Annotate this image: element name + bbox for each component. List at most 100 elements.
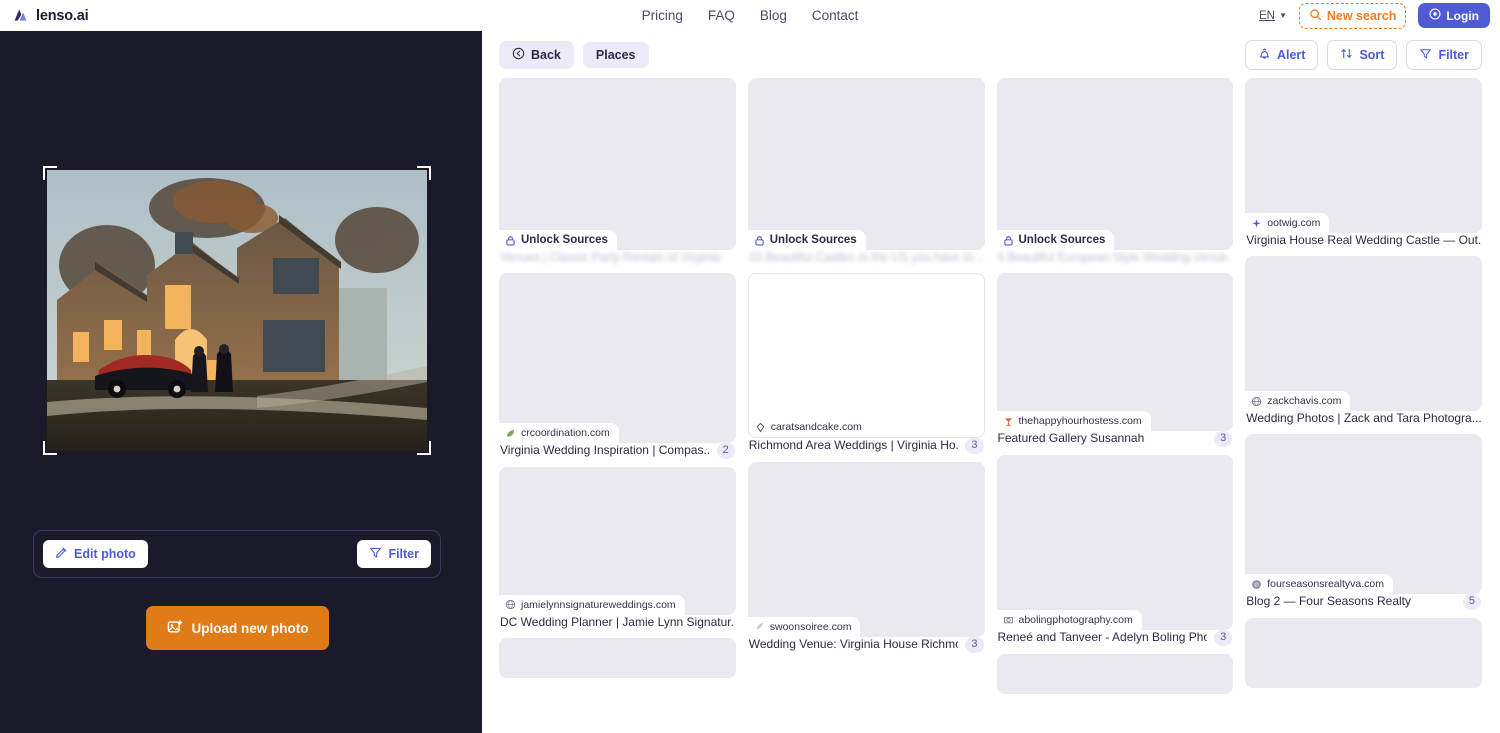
result-caption[interactable]: 33 Beautiful Castles in the US you have … (748, 250, 985, 265)
result-caption[interactable]: Reneé and Tanveer - Adelyn Boling Phot..… (997, 629, 1234, 646)
brand-name: lenso.ai (36, 7, 89, 24)
query-photo[interactable] (47, 170, 427, 451)
source-domain-badge[interactable]: caratsandcake.com (748, 417, 871, 437)
result-title: DC Wedding Planner | Jamie Lynn Signatur… (500, 614, 735, 629)
result-caption[interactable]: Wedding Venue: Virginia House Richmo... 3 (748, 636, 985, 653)
result-caption[interactable]: Wedding Photos | Zack and Tara Photogra.… (1245, 411, 1482, 426)
new-search-button[interactable]: New search (1298, 2, 1407, 29)
result-title: Wedding Photos | Zack and Tara Photogra.… (1246, 411, 1481, 425)
result-thumbnail[interactable]: zackchavis.com (1245, 256, 1482, 411)
result-card[interactable]: Unlock Sources 5 Beautiful European Style… (996, 78, 1234, 265)
result-match-count: 3 (1214, 431, 1233, 447)
new-search-label: New search (1326, 8, 1397, 23)
login-button[interactable]: Login (1418, 3, 1490, 28)
result-caption[interactable]: Venues | Classic Party Rentals of Virgin… (499, 250, 736, 265)
result-caption[interactable]: Richmond Area Weddings | Virginia Ho... 3 (748, 438, 985, 454)
filter-button[interactable]: Filter (1406, 39, 1482, 70)
crop-handle-bottom-left[interactable] (43, 441, 57, 455)
result-card[interactable]: jamielynnsignatureweddings.com DC Wedding… (499, 466, 736, 630)
result-card[interactable]: Unlock Sources 33 Beautiful Castles in th… (747, 78, 985, 265)
lock-icon (754, 235, 765, 246)
result-card[interactable]: caratsandcake.com Richmond Area Weddings … (747, 273, 985, 454)
source-domain-badge[interactable]: ootwig.com (1245, 213, 1330, 233)
query-photo-frame[interactable] (43, 166, 431, 455)
result-thumbnail[interactable]: thehappyhourhostess.com (996, 273, 1234, 431)
source-domain-badge[interactable]: zackchavis.com (1245, 391, 1351, 411)
result-card[interactable]: abolingphotography.com Reneé and Tanveer … (996, 454, 1234, 646)
upload-label: Upload new photo (191, 620, 309, 636)
alert-button[interactable]: Alert (1244, 39, 1319, 70)
source-domain-label: ootwig.com (1267, 217, 1321, 229)
sort-button[interactable]: Sort (1327, 39, 1398, 70)
nav-contact[interactable]: Contact (812, 8, 859, 23)
language-selector[interactable]: EN ▼ (1259, 10, 1287, 22)
left-filter-label: Filter (388, 547, 419, 561)
result-thumbnail[interactable]: ootwig.com (1245, 78, 1482, 233)
nav-pricing[interactable]: Pricing (642, 8, 683, 23)
source-domain-badge[interactable]: swoonsoiree.com (747, 616, 861, 637)
result-card[interactable]: ® fourseasonsrealtyva.com Blog 2 — Four Se… (1245, 434, 1482, 610)
result-card[interactable]: ootwig.com Virginia House Real Wedding Ca… (1245, 78, 1482, 248)
source-domain-badge[interactable]: ® fourseasonsrealtyva.com (1245, 574, 1393, 594)
result-thumbnail[interactable]: crcoordination.com (499, 273, 736, 443)
source-domain-badge[interactable]: jamielynnsignatureweddings.com (499, 594, 685, 615)
result-card[interactable]: swoonsoiree.com Wedding Venue: Virginia H… (747, 461, 985, 653)
result-thumbnail[interactable] (499, 637, 736, 678)
back-arrow-icon (512, 47, 525, 63)
result-card[interactable] (499, 637, 736, 678)
login-label: Login (1446, 8, 1479, 23)
result-caption[interactable]: 5 Beautiful European Style Wedding Venue… (997, 250, 1234, 265)
result-card[interactable]: zackchavis.com Wedding Photos | Zack and … (1245, 256, 1482, 426)
upload-new-photo-button[interactable]: Upload new photo (146, 606, 329, 650)
result-thumbnail[interactable] (1245, 617, 1482, 688)
source-domain-badge[interactable]: thehappyhourhostess.com (996, 411, 1151, 431)
results-column-1: Unlock Sources Venues | Classic Party Ren… (499, 78, 736, 694)
result-card[interactable] (1245, 617, 1482, 688)
source-domain-badge[interactable]: abolingphotography.com (996, 609, 1142, 630)
edit-photo-label: Edit photo (74, 547, 136, 561)
result-card[interactable]: thehappyhourhostess.com Featured Gallery … (996, 273, 1234, 447)
feather-icon (754, 621, 765, 632)
result-thumbnail[interactable]: caratsandcake.com (747, 273, 985, 438)
bell-icon (1258, 47, 1271, 63)
result-card[interactable]: crcoordination.com Virginia Wedding Inspi… (499, 273, 736, 459)
edit-photo-button[interactable]: Edit photo (43, 540, 148, 568)
unlock-sources-badge[interactable]: Unlock Sources (996, 230, 1115, 250)
crop-handle-top-left[interactable] (43, 166, 57, 180)
nav-faq[interactable]: FAQ (708, 8, 735, 23)
result-caption[interactable]: Virginia House Real Wedding Castle — Out… (1245, 233, 1482, 248)
result-thumbnail[interactable]: abolingphotography.com (996, 454, 1234, 630)
site-header: lenso.ai Pricing FAQ Blog Contact EN ▼ N… (0, 0, 1500, 31)
result-card[interactable]: Unlock Sources Venues | Classic Party Ren… (499, 78, 736, 265)
search-icon (1309, 8, 1322, 24)
leaf-icon (505, 428, 516, 439)
result-caption[interactable]: Blog 2 — Four Seasons Realty 5 (1245, 594, 1482, 610)
result-thumbnail[interactable]: ® fourseasonsrealtyva.com (1245, 434, 1482, 594)
crop-handle-bottom-right[interactable] (417, 441, 431, 455)
result-thumbnail[interactable]: Unlock Sources (747, 78, 985, 250)
source-domain-badge[interactable]: crcoordination.com (499, 423, 619, 443)
result-match-count: 5 (1462, 594, 1481, 610)
back-button[interactable]: Back (499, 40, 574, 69)
nav-blog[interactable]: Blog (760, 8, 787, 23)
crop-handle-top-right[interactable] (417, 166, 431, 180)
result-thumbnail[interactable] (996, 653, 1234, 694)
result-title: 33 Beautiful Castles in the US you have … (748, 250, 984, 264)
result-card[interactable] (996, 653, 1234, 694)
unlock-sources-badge[interactable]: Unlock Sources (499, 230, 617, 250)
result-thumbnail[interactable]: swoonsoiree.com (747, 461, 985, 637)
result-thumbnail[interactable]: Unlock Sources (499, 78, 736, 250)
result-thumbnail[interactable]: Unlock Sources (996, 78, 1234, 250)
globe-icon (1251, 396, 1262, 407)
query-photo-panel: Edit photo Filter Upload new photo (0, 31, 482, 733)
result-caption[interactable]: Virginia Wedding Inspiration | Compas...… (499, 443, 736, 459)
result-caption[interactable]: DC Wedding Planner | Jamie Lynn Signatur… (499, 615, 736, 630)
query-photo-image (47, 170, 427, 451)
unlock-sources-badge[interactable]: Unlock Sources (747, 230, 866, 250)
result-caption[interactable]: Featured Gallery Susannah 3 (997, 431, 1234, 447)
result-thumbnail[interactable]: jamielynnsignatureweddings.com (499, 466, 736, 615)
left-filter-button[interactable]: Filter (357, 540, 431, 568)
source-domain-label: crcoordination.com (521, 427, 610, 439)
places-tab[interactable]: Places (582, 41, 649, 68)
brand-logo[interactable]: lenso.ai (12, 7, 89, 24)
